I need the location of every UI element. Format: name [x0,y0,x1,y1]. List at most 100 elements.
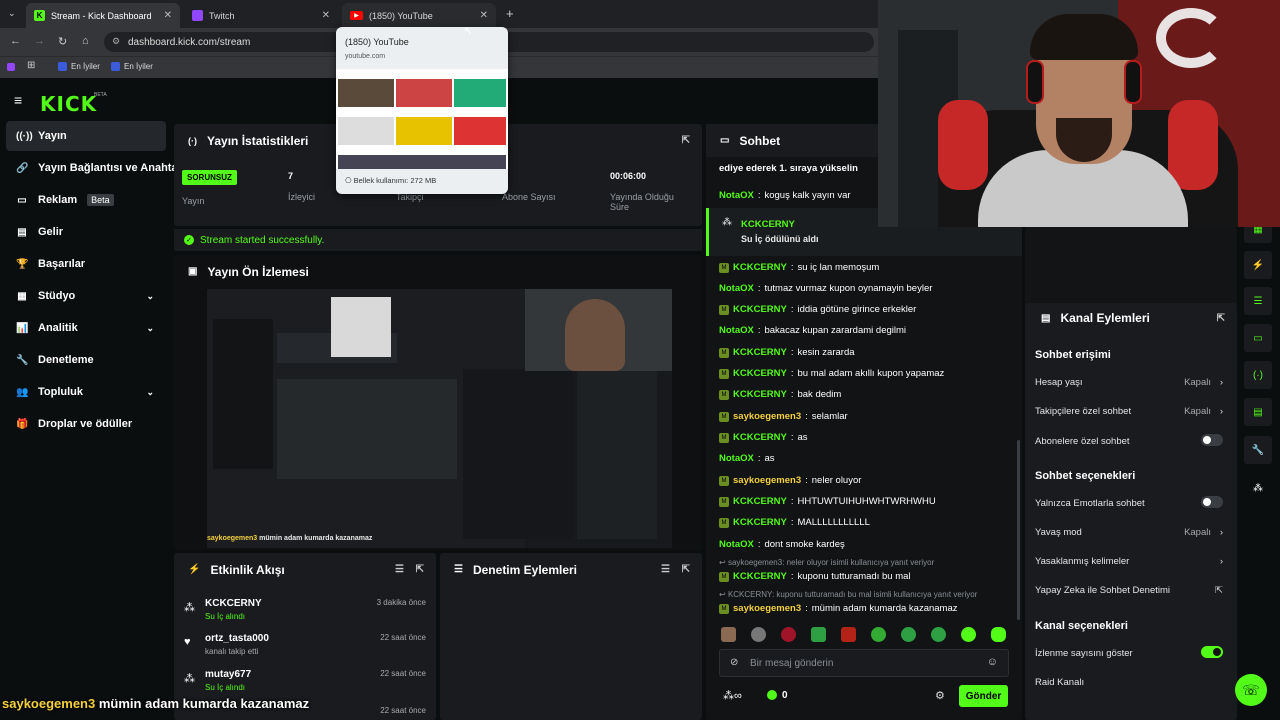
sidebar-item-stream-key[interactable]: 🔗 Yayın Bağlantısı ve Anahtarı [6,153,185,183]
setting-raid[interactable]: Raid Kanalı [1035,677,1225,688]
kick-favicon-icon: K [34,10,45,21]
chat-user[interactable]: NotaOX [719,453,754,464]
chat-user[interactable]: KCKCERNY [733,347,787,358]
popout-icon[interactable]: ⇱ [682,135,690,146]
chat-user[interactable]: saykoegemen3 [733,475,801,486]
bookmark-item[interactable]: En İyiler [111,62,153,71]
popout-icon[interactable]: ⇱ [1217,313,1225,324]
chat-user[interactable]: KCKCERNY [733,496,787,507]
sidebar-item-ads[interactable]: ▭ Reklam Beta [6,185,166,215]
chat-user[interactable]: NotaOX [719,283,754,294]
chat-user[interactable]: saykoegemen3 [733,603,801,614]
emote-icon[interactable] [871,627,886,642]
chat-user[interactable]: NotaOX [719,539,754,550]
chat-user[interactable]: KCKCERNY [733,389,787,400]
setting-account-age[interactable]: Hesap yaşı Kapalı › [1035,377,1225,388]
rail-list-icon[interactable]: ☰ [1244,287,1272,315]
chat-user[interactable]: KCKCERNY [733,571,787,582]
home-icon[interactable]: ⌂ [82,35,89,47]
settings-gear-icon[interactable]: ⚙ [935,689,945,702]
popout-icon[interactable]: ⇱ [416,564,424,575]
setting-banned-words[interactable]: Yasaklanmış kelimeler › [1035,556,1225,567]
filter-icon[interactable]: ☰ [395,564,404,575]
new-tab-icon[interactable]: + [506,6,514,21]
chat-user[interactable]: KCKCERNY [733,304,787,315]
forward-icon[interactable]: → [34,35,45,47]
rail-redeem-icon[interactable]: ⁂ [1244,474,1272,502]
kick-logo[interactable]: KICK [40,92,97,116]
memory-text: Bellek kullanımı: 272 MB [353,176,437,185]
rail-chat-icon[interactable]: ▭ [1244,324,1272,352]
overlay-msg: mümin adam kumarda kazanamaz [259,535,373,542]
sidebar-item-drops[interactable]: 🎁 Droplar ve ödüller [6,409,166,439]
chat-scrollbar[interactable] [1017,440,1020,620]
emote-icon[interactable] [751,627,766,642]
rail-bolt-icon[interactable]: ⚡ [1244,251,1272,279]
menu-icon[interactable]: ≡ [14,92,22,108]
setting-ai-moderation[interactable]: Yapay Zeka ile Sohbet Denetimi ⇱ [1035,585,1225,596]
chat-user[interactable]: NotaOX [719,190,754,201]
setting-followers-only[interactable]: Takipçilere özel sohbet Kapalı › [1035,406,1225,417]
emote-icon[interactable] [811,627,826,642]
uptime-label: Yayında Olduğu Süre [610,192,674,212]
sidebar-item-achievements[interactable]: 🏆 Başarılar [6,249,166,279]
tab-list-chevron-icon[interactable]: ⌄ [8,8,16,19]
sidebar-item-moderation[interactable]: 🔧 Denetleme [6,345,166,375]
help-support-button[interactable]: ☏ [1235,674,1267,706]
chat-user[interactable]: NotaOX [719,325,754,336]
bookmark-item[interactable]: En İyiler [58,62,100,71]
sidebar-item-analytics[interactable]: 📊 Analitik ⌄ [6,313,166,343]
activity-user[interactable]: mutay677 [205,669,251,680]
bookmark-app-icon[interactable] [7,63,15,71]
activity-user[interactable]: ortz_tasta000 [205,633,269,644]
reload-icon[interactable]: ↻ [58,35,67,48]
wallet-icon: ▤ [17,226,27,238]
back-icon[interactable]: ← [10,35,21,47]
send-button[interactable]: Gönder [959,685,1008,707]
sidebar-item-community[interactable]: 👥 Topluluk ⌄ [6,377,166,407]
sidebar-item-studio[interactable]: ▦ Stüdyo ⌄ [6,281,166,311]
subs-only-toggle[interactable] [1201,434,1223,446]
emote-icon[interactable] [931,627,946,642]
close-tab-icon[interactable]: ✕ [480,10,488,21]
chat-user[interactable]: KCKCERNY [733,262,787,273]
setting-slow-mode[interactable]: Yavaş mod Kapalı › [1035,527,1225,538]
tab-youtube[interactable]: ▶ (1850) YouTube ✕ [342,3,496,28]
emote-icon[interactable] [781,627,796,642]
emote-icon[interactable] [961,627,976,642]
emote-icon[interactable] [901,627,916,642]
chat-user[interactable]: KCKCERNY [733,368,787,379]
chat-user[interactable]: saykoegemen3 [733,411,801,422]
tab-twitch[interactable]: Twitch ✕ [184,3,338,28]
tab-kick[interactable]: K Stream - Kick Dashboard ✕ [26,3,180,28]
sub-badge-icon: M [719,368,729,379]
close-tab-icon[interactable]: ✕ [164,10,172,21]
emote-bar [719,627,1009,645]
site-info-icon[interactable]: ⚙ [112,36,120,47]
activity-user[interactable]: KCKCERNY [205,598,262,609]
chat-user[interactable]: KCKCERNY [733,517,787,528]
tab-title: (1850) YouTube [369,10,433,21]
sidebar-item-label: Başarılar [38,258,86,270]
chat-input[interactable]: ⊘ Bir mesaj gönderin ☺ [719,649,1009,677]
stream-preview-video[interactable]: saykoegemen3 mümin adam kumarda kazanama… [207,289,672,548]
emote-icon[interactable] [721,627,736,642]
rail-broadcast-icon[interactable]: (·) [1244,361,1272,389]
apps-grid-icon[interactable]: ⊞ [27,60,35,71]
sub-badge-icon: M [719,603,729,614]
popout-icon[interactable]: ⇱ [682,564,690,575]
filter-icon[interactable]: ☰ [661,564,670,575]
emoji-icon[interactable]: ☺ [987,656,998,668]
rail-wrench-icon[interactable]: 🔧 [1244,436,1272,464]
channel-points-icon[interactable]: ⁂∞ [723,689,742,702]
emote-icon[interactable] [841,627,856,642]
chat-user[interactable]: KCKCERNY [741,219,795,230]
close-tab-icon[interactable]: ✕ [322,10,330,21]
sidebar-item-stream[interactable]: ((·)) Yayın [6,121,166,151]
show-viewers-toggle[interactable] [1201,646,1223,658]
emote-icon[interactable] [991,627,1006,642]
rail-shield-icon[interactable]: ▤ [1244,398,1272,426]
chat-user[interactable]: KCKCERNY [733,432,787,443]
emote-only-toggle[interactable] [1201,496,1223,508]
sidebar-item-revenue[interactable]: ▤ Gelir [6,217,166,247]
